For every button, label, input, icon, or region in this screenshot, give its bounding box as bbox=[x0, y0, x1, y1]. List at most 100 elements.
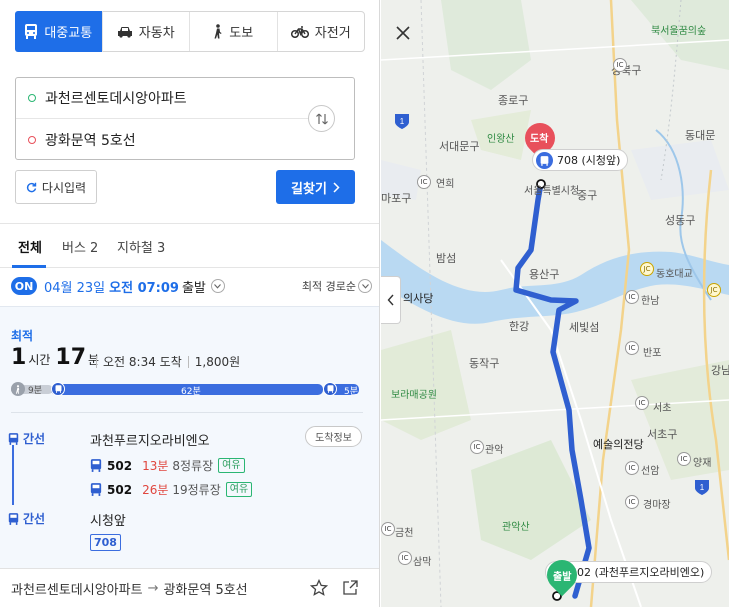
tab-label: 도보 bbox=[229, 26, 254, 41]
tab-subway[interactable]: 지하철 3 bbox=[117, 237, 165, 256]
find-route-button[interactable]: 길찾기 bbox=[276, 170, 355, 204]
map-label: 관악산 bbox=[502, 522, 530, 533]
bus-icon bbox=[25, 24, 38, 39]
map-label: 양재 bbox=[693, 458, 712, 469]
map-label: 밤섬 bbox=[436, 252, 457, 265]
bus-eta: 13분 bbox=[142, 459, 169, 473]
bus-duration: 62분 bbox=[181, 387, 201, 397]
arrival-info-button[interactable]: 도착정보 bbox=[305, 426, 362, 447]
bus-stops-away: 8정류장 bbox=[172, 459, 214, 473]
tab-car[interactable]: 자동차 bbox=[103, 12, 190, 51]
map-label: 동호대교 bbox=[656, 269, 693, 280]
map-label: 한남 bbox=[641, 296, 660, 307]
bus-number: 502 bbox=[107, 458, 133, 473]
sort-option[interactable]: 최적 경로순 bbox=[302, 278, 356, 294]
ic-marker: IC bbox=[625, 341, 639, 355]
route-timeline-bar: 9분 62분 5분 bbox=[11, 382, 359, 397]
map-label: 세빛섬 bbox=[569, 321, 600, 334]
walk-icon bbox=[214, 24, 222, 39]
map-label: 강남 bbox=[711, 364, 729, 377]
destination-field[interactable]: 광화문역 5호선 bbox=[16, 119, 310, 160]
best-route-label: 최적 bbox=[11, 329, 34, 343]
map-label: 연희 bbox=[436, 179, 455, 190]
origin-text: 과천르센토데시앙아파트 bbox=[45, 91, 187, 107]
share-icon[interactable] bbox=[342, 579, 359, 596]
tab-label: 자동차 bbox=[138, 26, 175, 41]
jc-marker: JC bbox=[707, 283, 721, 297]
tab-all[interactable]: 전체 bbox=[18, 237, 42, 256]
bicycle-icon bbox=[290, 25, 309, 38]
swap-route-button[interactable] bbox=[308, 105, 335, 132]
tab-bicycle[interactable]: 자전거 bbox=[278, 12, 365, 51]
stop-label-text: 708 (시청앞) bbox=[557, 154, 621, 167]
arrival-time: 오전 8:34 도착 bbox=[103, 355, 182, 369]
boarding-stop[interactable]: 과천푸르지오라비엔오 bbox=[90, 430, 210, 449]
close-map-button[interactable] bbox=[388, 18, 418, 48]
jc-marker: JC bbox=[640, 262, 654, 276]
destination-dot bbox=[28, 135, 36, 144]
map-label: 서초구 bbox=[647, 428, 678, 441]
bus-number: 502 bbox=[107, 482, 133, 497]
destination-text: 광화문역 5호선 bbox=[45, 132, 136, 149]
route-panel: 대중교통 자동차 도보 자전거 과천르센토데시앙아파트 광화문역 5호선 다시입 bbox=[0, 0, 380, 607]
bus-icon bbox=[51, 382, 65, 396]
svg-text:1: 1 bbox=[700, 483, 705, 492]
separator bbox=[96, 355, 97, 368]
map-label: 동작구 bbox=[469, 357, 500, 370]
duration-hours: 1 bbox=[11, 345, 27, 370]
footer-destination: 광화문역 5호선 bbox=[163, 582, 248, 598]
chevron-down-icon[interactable] bbox=[210, 279, 225, 293]
departure-date[interactable]: 04월 23일 bbox=[44, 277, 105, 296]
tab-label: 자전거 bbox=[314, 26, 351, 41]
svg-text:1: 1 bbox=[400, 117, 405, 126]
origin-field[interactable]: 과천르센토데시앙아파트 bbox=[16, 78, 310, 119]
map-label: 경마장 bbox=[643, 500, 671, 511]
tab-walk[interactable]: 도보 bbox=[190, 12, 278, 51]
fare: 1,800원 bbox=[194, 355, 241, 369]
departure-on-badge[interactable]: ON bbox=[11, 277, 37, 295]
route-meta: 오전 8:34 도착 1,800원 bbox=[96, 353, 240, 370]
chevron-down-icon[interactable] bbox=[358, 279, 372, 293]
destination-stop-label[interactable]: 708 (시청앞) bbox=[532, 149, 629, 171]
map-label: 보라매공원 bbox=[391, 390, 437, 401]
bus-number-badge[interactable]: 708 bbox=[90, 534, 121, 551]
map-label: 서울특별시청 bbox=[524, 186, 580, 197]
find-label: 길찾기 bbox=[291, 181, 327, 197]
star-icon[interactable] bbox=[310, 579, 328, 597]
arrow-right-icon: → bbox=[147, 580, 159, 596]
car-icon bbox=[117, 26, 132, 38]
bus-arrival-row[interactable]: 502 26분 19정류장 여유 bbox=[90, 481, 253, 498]
tab-bus[interactable]: 버스 2 bbox=[62, 237, 98, 256]
map-label: 중구 bbox=[577, 189, 598, 202]
result-filter-tabs: 전체 버스 2 지하철 3 bbox=[0, 224, 379, 268]
bus-arrival-row[interactable]: 502 13분 8정류장 여유 bbox=[90, 457, 245, 474]
departure-time[interactable]: 오전 07:09 bbox=[109, 277, 179, 296]
map-label: 종로구 bbox=[498, 94, 529, 107]
map-label: 동대문 bbox=[685, 129, 716, 142]
refresh-icon bbox=[26, 182, 37, 192]
bus-icon bbox=[8, 432, 19, 445]
map-label: 삼막 bbox=[413, 557, 432, 568]
segment-type: 간선 bbox=[8, 430, 45, 447]
route-result-card[interactable]: 최적 1 시간 17 분 오전 8:34 도착 1,800원 9분 62분 5분 bbox=[0, 306, 379, 568]
route-summary-footer: 과천르센토데시앙아파트 → 광화문역 5호선 bbox=[0, 568, 379, 607]
map-view[interactable]: 북서울꿈의숲 성북구 종로구 서대문구 인왕산 동대문 마포구 중구 서울특별시… bbox=[381, 0, 729, 607]
close-icon bbox=[396, 26, 410, 40]
last-segment-duration: 5분 bbox=[344, 387, 359, 397]
ic-marker: IC bbox=[417, 175, 431, 189]
tab-public-transit[interactable]: 대중교통 bbox=[15, 11, 103, 52]
reset-button[interactable]: 다시입력 bbox=[15, 170, 97, 204]
map-label: 선암 bbox=[641, 466, 660, 477]
tab-label: 대중교통 bbox=[44, 26, 93, 41]
departure-suffix: 출발 bbox=[181, 280, 206, 296]
bus-stops-away: 19정류장 bbox=[172, 483, 221, 497]
collapse-panel-button[interactable] bbox=[381, 276, 401, 324]
map-label: 의사당 bbox=[403, 292, 434, 305]
bus-icon bbox=[536, 152, 553, 169]
bus-icon bbox=[8, 512, 19, 525]
map-label: 서초 bbox=[653, 403, 672, 414]
boarding-stop[interactable]: 시청앞 bbox=[90, 510, 126, 529]
map-label: 관악 bbox=[485, 445, 504, 456]
map-label: 금천 bbox=[395, 528, 414, 539]
map-label: 예술의전당 bbox=[593, 438, 644, 451]
